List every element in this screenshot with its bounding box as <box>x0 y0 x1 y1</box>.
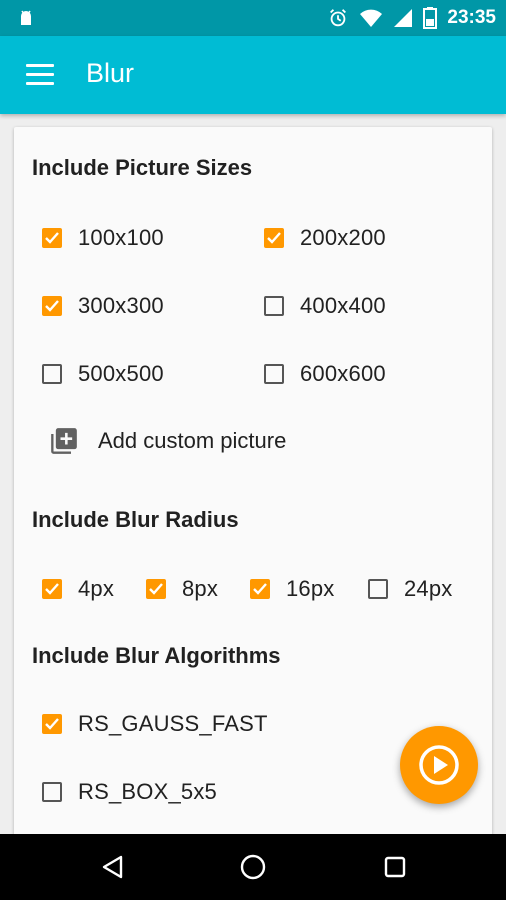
checkbox-label: 300x300 <box>78 293 164 318</box>
checkbox-checked-icon <box>42 296 62 316</box>
checkbox-label: 500x500 <box>78 361 164 386</box>
checkbox-16px[interactable]: 16px <box>250 576 335 602</box>
checkbox-checked-icon <box>250 579 270 599</box>
checkbox-label: 16px <box>286 576 335 601</box>
checkbox-label: 400x400 <box>300 293 386 318</box>
checkbox-unchecked-icon <box>264 296 284 316</box>
checkbox-600x600[interactable]: 600x600 <box>264 361 386 387</box>
back-icon[interactable] <box>98 852 128 882</box>
status-time: 23:35 <box>447 7 496 28</box>
navigation-bar <box>0 834 506 900</box>
battery-icon <box>423 7 438 29</box>
checkbox-unchecked-icon <box>42 364 62 384</box>
android-icon <box>21 10 31 25</box>
picture-sizes-title: Include Picture Sizes <box>32 155 253 180</box>
status-bar: 23:35 <box>0 0 506 36</box>
checkbox-unchecked-icon <box>264 364 284 384</box>
checkbox-400x400[interactable]: 400x400 <box>264 293 386 319</box>
add-to-photos-icon <box>51 428 77 454</box>
app-bar: Blur <box>0 36 506 114</box>
status-icons: 23:35 <box>327 6 496 30</box>
checkbox-200x200[interactable]: 200x200 <box>264 225 386 251</box>
alarm-icon <box>330 9 347 27</box>
checkbox-label: RS_GAUSS_FAST <box>78 711 268 736</box>
blur-radius-title: Include Blur Radius <box>32 507 239 532</box>
checkbox-checked-icon <box>264 228 284 248</box>
checkbox-label: 4px <box>78 576 115 601</box>
checkbox-4px[interactable]: 4px <box>42 576 114 602</box>
checkbox-checked-icon <box>42 714 62 734</box>
checkbox-label: 24px <box>404 576 453 601</box>
start-benchmark-button[interactable] <box>400 726 478 804</box>
checkbox-label: 100x100 <box>78 225 164 250</box>
checkbox-checked-icon <box>42 579 62 599</box>
checkbox-rs-gauss-fast[interactable]: RS_GAUSS_FAST <box>42 711 268 737</box>
checkbox-label: 8px <box>182 576 219 601</box>
checkbox-24px[interactable]: 24px <box>368 576 453 602</box>
app-title: Blur <box>86 58 135 88</box>
menu-icon[interactable] <box>26 64 54 86</box>
checkbox-checked-icon <box>146 579 166 599</box>
checkbox-checked-icon <box>42 228 62 248</box>
recents-icon[interactable] <box>380 852 410 882</box>
add-custom-picture-label: Add custom picture <box>98 428 287 453</box>
add-custom-picture-button[interactable]: Add custom picture <box>50 427 286 455</box>
signal-icon <box>394 9 413 27</box>
checkbox-100x100[interactable]: 100x100 <box>42 225 164 251</box>
checkbox-label: RS_BOX_5x5 <box>78 779 217 804</box>
checkbox-300x300[interactable]: 300x300 <box>42 293 164 319</box>
checkbox-label: 200x200 <box>300 225 386 250</box>
checkbox-rs-box-5x5[interactable]: RS_BOX_5x5 <box>42 779 217 805</box>
checkbox-500x500[interactable]: 500x500 <box>42 361 164 387</box>
checkbox-unchecked-icon <box>368 579 388 599</box>
blur-algorithms-title: Include Blur Algorithms <box>32 643 281 668</box>
wifi-icon <box>360 9 383 27</box>
play-circle-icon <box>419 745 459 785</box>
home-icon[interactable] <box>238 852 268 882</box>
checkbox-unchecked-icon <box>42 782 62 802</box>
checkbox-label: 600x600 <box>300 361 386 386</box>
checkbox-8px[interactable]: 8px <box>146 576 218 602</box>
